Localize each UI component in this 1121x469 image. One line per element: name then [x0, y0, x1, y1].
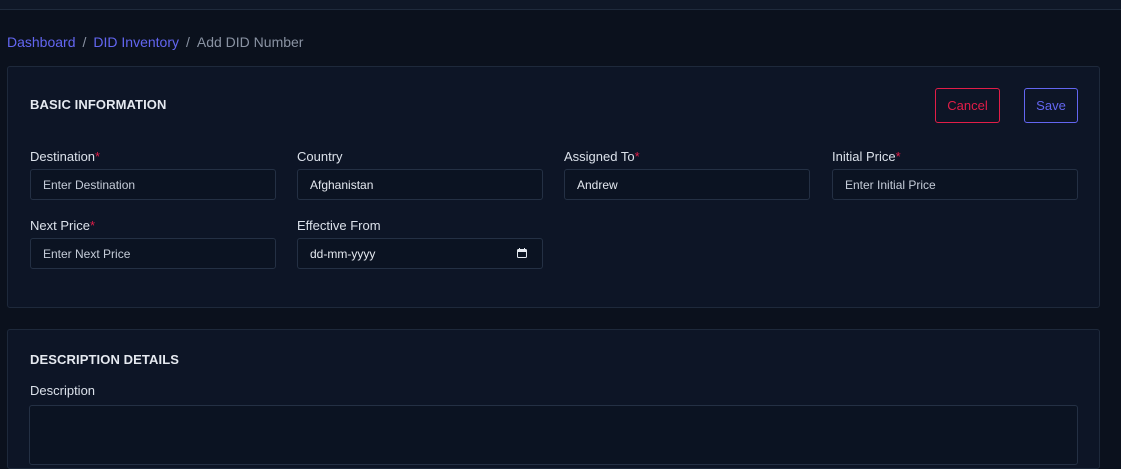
required-marker: *	[634, 149, 640, 164]
basic-information-title: BASIC INFORMATION	[30, 97, 167, 112]
destination-field-group: Destination*	[30, 149, 276, 200]
basic-information-card: BASIC INFORMATION Cancel Save Destinatio…	[7, 66, 1100, 308]
breadcrumb: Dashboard / DID Inventory / Add DID Numb…	[7, 34, 303, 50]
save-button[interactable]: Save	[1024, 88, 1078, 123]
description-label: Description	[30, 383, 96, 398]
effective-from-label: Effective From	[297, 218, 381, 233]
assigned-to-field-group: Assigned To*	[564, 149, 810, 200]
country-field-group: Country	[297, 149, 543, 200]
destination-input[interactable]	[30, 169, 276, 200]
effective-from-date-input[interactable]	[297, 238, 543, 269]
calendar-icon[interactable]	[517, 248, 527, 258]
breadcrumb-dashboard-link[interactable]: Dashboard	[7, 34, 76, 50]
assigned-to-label: Assigned To*	[564, 149, 640, 164]
description-details-title: DESCRIPTION DETAILS	[30, 352, 180, 367]
assigned-to-select[interactable]	[564, 169, 810, 200]
next-price-label: Next Price*	[30, 218, 96, 233]
breadcrumb-separator: /	[82, 34, 87, 50]
required-marker: *	[895, 149, 901, 164]
effective-from-field-group: Effective From	[297, 218, 543, 269]
description-textarea[interactable]	[29, 405, 1078, 465]
required-marker: *	[95, 149, 101, 164]
country-select[interactable]	[297, 169, 543, 200]
next-price-field-group: Next Price*	[30, 218, 276, 269]
breadcrumb-current: Add DID Number	[196, 34, 304, 50]
breadcrumb-did-inventory-link[interactable]: DID Inventory	[93, 34, 179, 50]
top-navbar	[0, 0, 1121, 10]
initial-price-input[interactable]	[832, 169, 1078, 200]
initial-price-label: Initial Price*	[832, 149, 901, 164]
initial-price-field-group: Initial Price*	[832, 149, 1078, 200]
required-marker: *	[89, 218, 96, 233]
effective-from-date-wrapper	[297, 238, 543, 269]
description-details-card: DESCRIPTION DETAILS Description	[7, 329, 1100, 469]
breadcrumb-separator: /	[185, 34, 190, 50]
next-price-input[interactable]	[30, 238, 276, 269]
destination-label: Destination*	[30, 149, 101, 164]
cancel-button[interactable]: Cancel	[935, 88, 1000, 123]
country-label: Country	[297, 149, 343, 164]
